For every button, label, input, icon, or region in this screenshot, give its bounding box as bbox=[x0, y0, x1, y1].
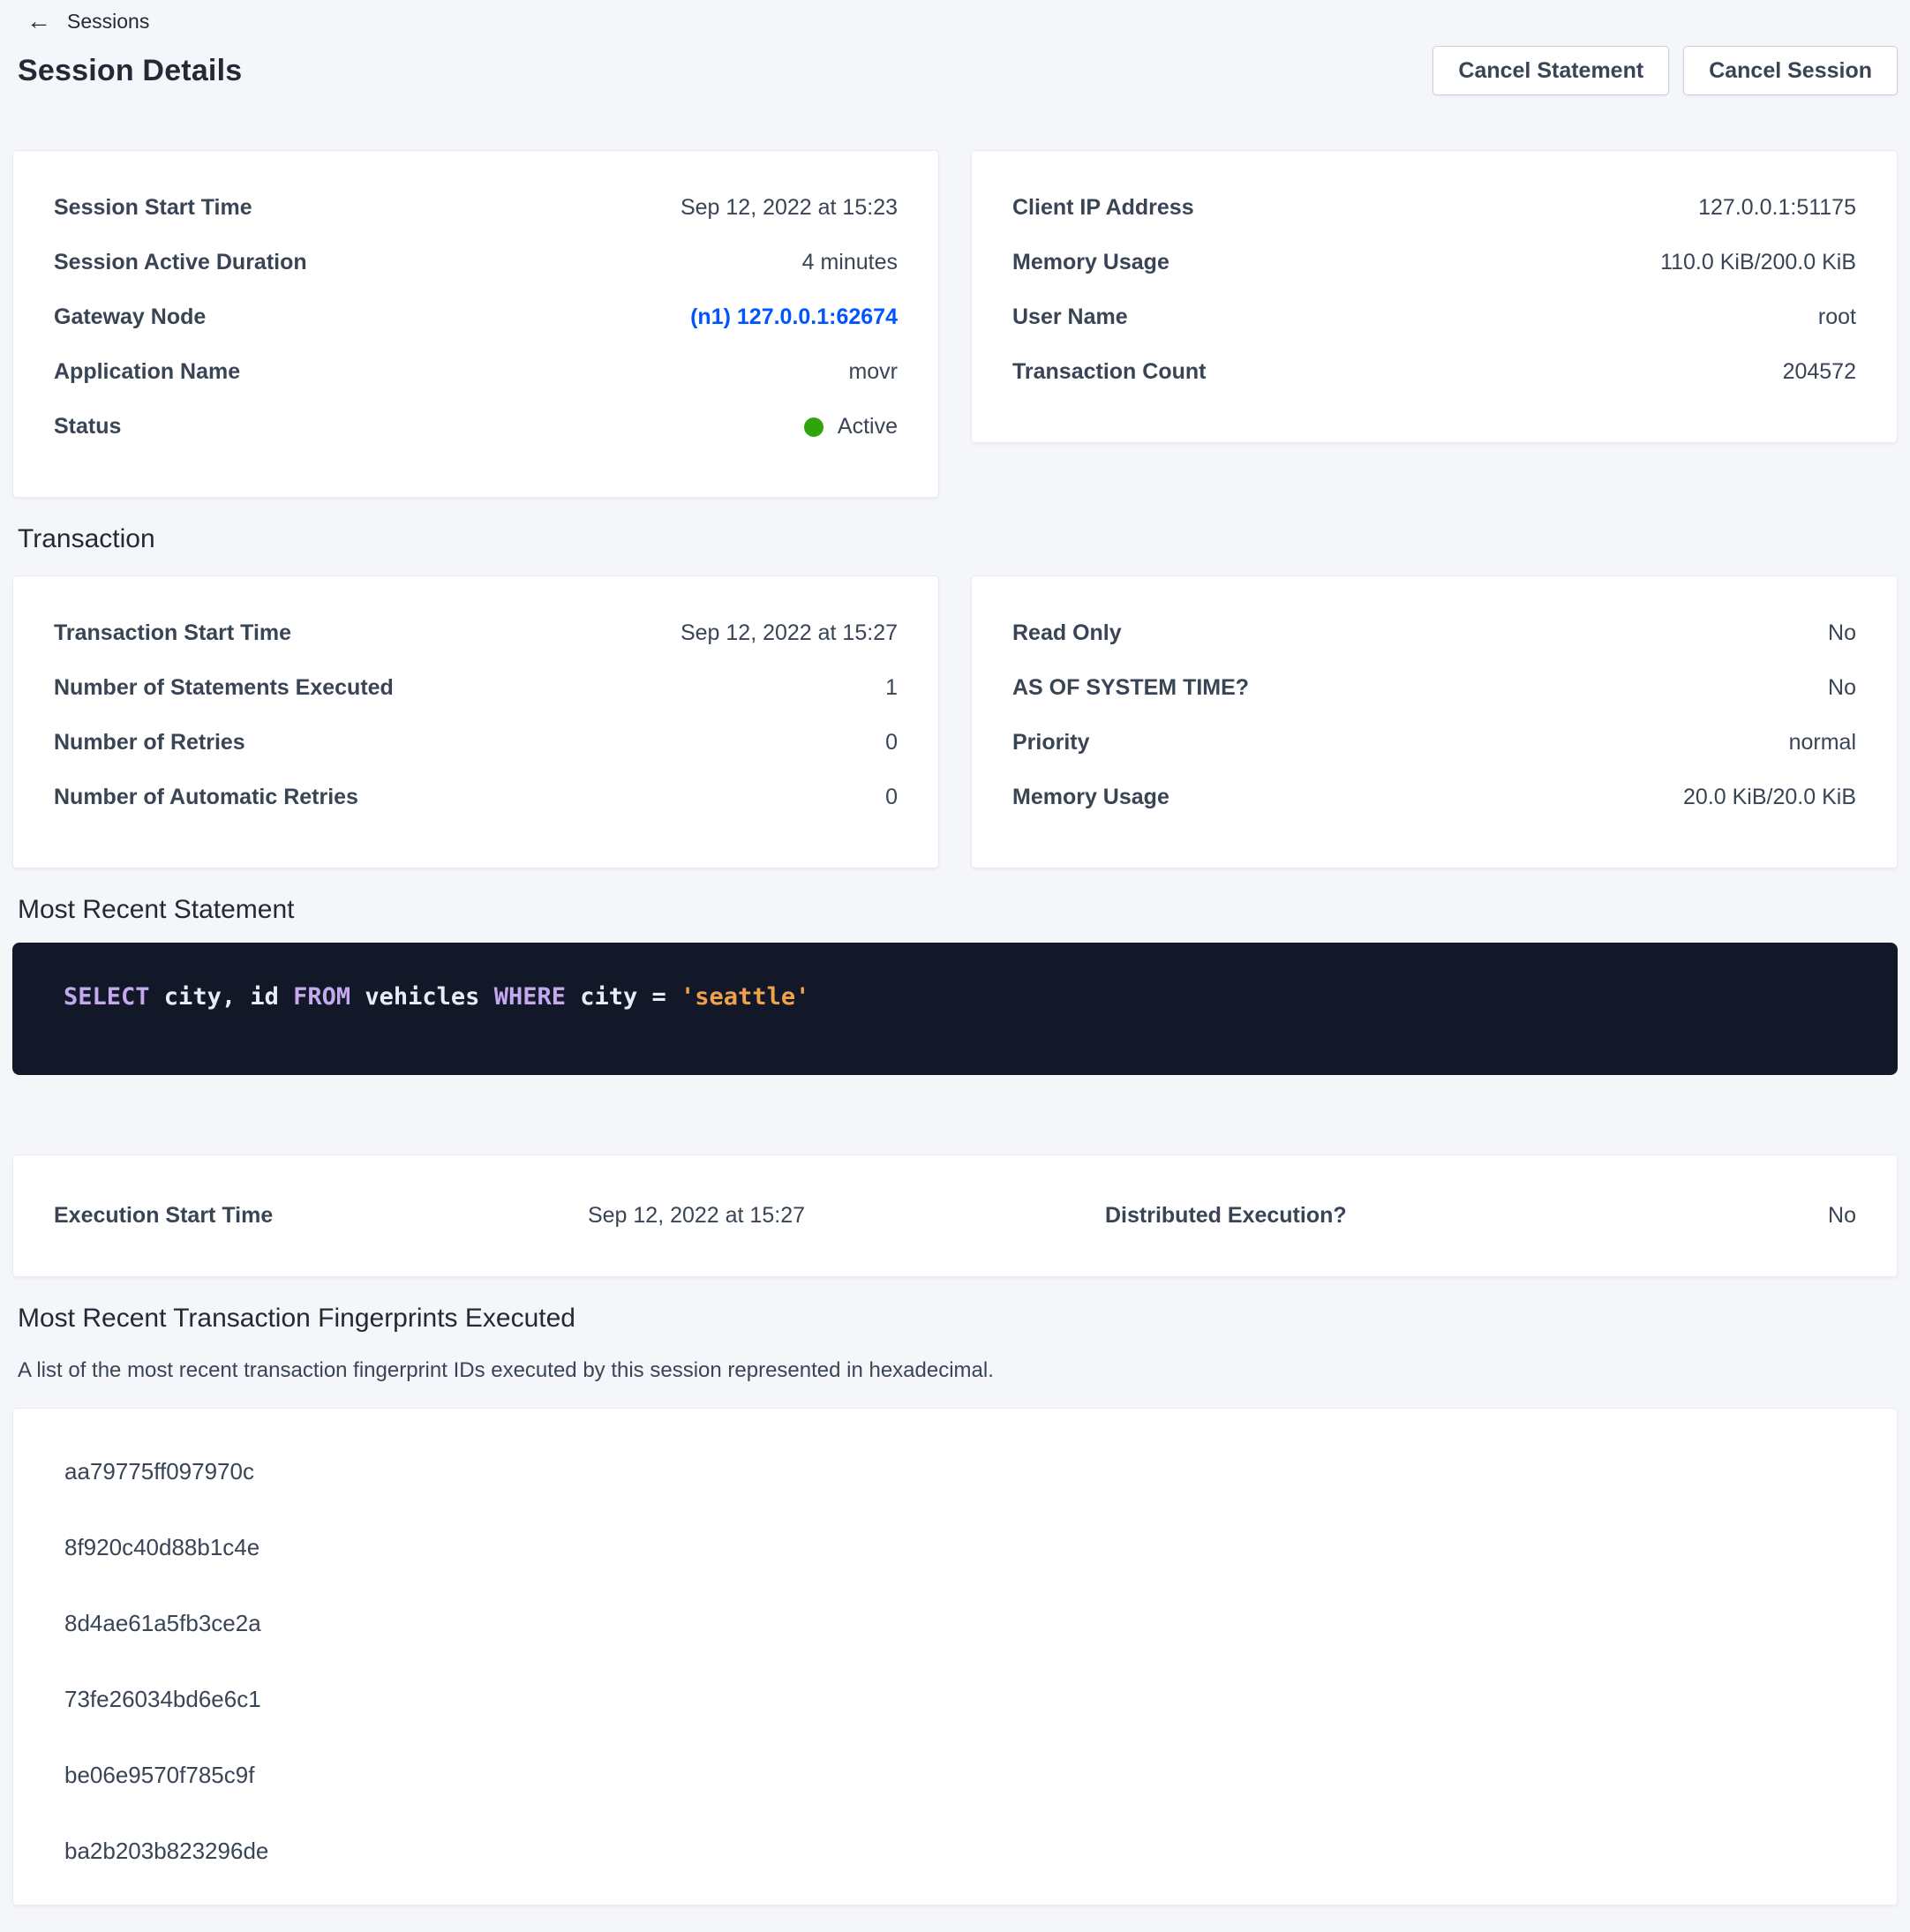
row-value: normal bbox=[1789, 728, 1856, 757]
row-label: AS OF SYSTEM TIME? bbox=[1012, 673, 1275, 703]
page-title: Session Details bbox=[18, 54, 242, 88]
row-value: No bbox=[1828, 619, 1856, 648]
most-recent-statement-heading: Most Recent Statement bbox=[18, 895, 1898, 925]
row-label: User Name bbox=[1012, 303, 1154, 332]
row-value: 0 bbox=[885, 783, 898, 812]
cancel-session-button[interactable]: Cancel Session bbox=[1683, 46, 1898, 95]
fingerprint-list-item: be06e9570f785c9f bbox=[64, 1737, 1846, 1813]
fingerprint-list-item: ba2b203b823296de bbox=[64, 1813, 1846, 1889]
breadcrumb-back-link[interactable]: ← Sessions bbox=[26, 9, 149, 34]
row-label: Application Name bbox=[54, 357, 267, 387]
row-value: root bbox=[1818, 303, 1856, 332]
row-value: 1 bbox=[885, 673, 898, 703]
page-header: Session Details Cancel Statement Cancel … bbox=[18, 46, 1898, 95]
summary-row: Status Active bbox=[54, 412, 898, 467]
row-label: Session Active Duration bbox=[54, 248, 334, 277]
row-label: Execution Start Time bbox=[54, 1201, 273, 1230]
summary-row: Number of Automatic Retries 0 bbox=[54, 783, 898, 838]
status-active-dot-icon bbox=[804, 417, 823, 437]
session-meta-card: Client IP Address 127.0.0.1:51175 Memory… bbox=[971, 150, 1898, 443]
fingerprint-list-item: 8f920c40d88b1c4e bbox=[64, 1509, 1846, 1585]
transaction-section-heading: Transaction bbox=[18, 524, 1898, 554]
row-label: Distributed Execution? bbox=[1105, 1201, 1347, 1230]
row-label: Number of Retries bbox=[54, 728, 272, 757]
fingerprints-description: A list of the most recent transaction fi… bbox=[18, 1357, 1898, 1385]
row-label: Session Start Time bbox=[54, 193, 279, 222]
summary-row: Session Start Time Sep 12, 2022 at 15:23 bbox=[54, 193, 898, 248]
row-value: No bbox=[1828, 673, 1856, 703]
summary-row: AS OF SYSTEM TIME? No bbox=[1012, 673, 1856, 728]
back-arrow-icon: ← bbox=[26, 9, 51, 34]
row-value: Sep 12, 2022 at 15:27 bbox=[681, 619, 898, 648]
sql-statement-box: SELECT city, id FROM vehicles WHERE city… bbox=[12, 943, 1898, 1075]
row-label: Memory Usage bbox=[1012, 783, 1196, 812]
summary-row: User Name root bbox=[1012, 303, 1856, 357]
row-value: Sep 12, 2022 at 15:27 bbox=[588, 1201, 805, 1230]
summary-row: Gateway Node (n1) 127.0.0.1:62674 bbox=[54, 303, 898, 357]
gateway-node-link[interactable]: (n1) 127.0.0.1:62674 bbox=[690, 303, 898, 332]
row-label: Number of Automatic Retries bbox=[54, 783, 385, 812]
sql-keyword: WHERE bbox=[494, 983, 566, 1011]
sql-statement-code: SELECT city, id FROM vehicles WHERE city… bbox=[64, 983, 809, 1011]
session-details-page: ← Sessions Session Details Cancel Statem… bbox=[0, 0, 1910, 1932]
row-label: Priority bbox=[1012, 728, 1117, 757]
transaction-summary-row: Transaction Start Time Sep 12, 2022 at 1… bbox=[12, 575, 1898, 868]
cancel-statement-button[interactable]: Cancel Statement bbox=[1432, 46, 1669, 95]
summary-row: Read Only No bbox=[1012, 619, 1856, 673]
distributed-execution-pair: Distributed Execution? No bbox=[1105, 1201, 1856, 1230]
summary-row: Priority normal bbox=[1012, 728, 1856, 783]
row-value: No bbox=[1828, 1201, 1856, 1230]
session-summary-row: Session Start Time Sep 12, 2022 at 15:23… bbox=[12, 150, 1898, 498]
sql-keyword: SELECT bbox=[64, 983, 150, 1011]
summary-row: Application Name movr bbox=[54, 357, 898, 412]
fingerprint-list-item: aa79775ff097970c bbox=[64, 1433, 1846, 1509]
fingerprint-list-item: 73fe26034bd6e6c1 bbox=[64, 1661, 1846, 1737]
summary-row: Number of Statements Executed 1 bbox=[54, 673, 898, 728]
sql-text: city = bbox=[566, 983, 681, 1011]
transaction-info-card: Transaction Start Time Sep 12, 2022 at 1… bbox=[12, 575, 939, 868]
fingerprints-heading: Most Recent Transaction Fingerprints Exe… bbox=[18, 1304, 1898, 1334]
header-actions: Cancel Statement Cancel Session bbox=[1432, 46, 1898, 95]
row-value: 0 bbox=[885, 728, 898, 757]
sql-text: vehicles bbox=[350, 983, 494, 1011]
summary-row: Client IP Address 127.0.0.1:51175 bbox=[1012, 193, 1856, 248]
sql-string-literal: 'seattle' bbox=[681, 983, 809, 1011]
row-label: Client IP Address bbox=[1012, 193, 1221, 222]
row-label: Memory Usage bbox=[1012, 248, 1196, 277]
row-label: Read Only bbox=[1012, 619, 1148, 648]
sql-text: city, id bbox=[150, 983, 294, 1011]
row-label: Gateway Node bbox=[54, 303, 232, 332]
row-label: Transaction Count bbox=[1012, 357, 1232, 387]
status-value: Active bbox=[804, 412, 898, 441]
transaction-meta-card: Read Only No AS OF SYSTEM TIME? No Prior… bbox=[971, 575, 1898, 868]
row-value: 4 minutes bbox=[802, 248, 898, 277]
summary-row: Transaction Count 204572 bbox=[1012, 357, 1856, 412]
row-value: 204572 bbox=[1783, 357, 1856, 387]
summary-row: Transaction Start Time Sep 12, 2022 at 1… bbox=[54, 619, 898, 673]
fingerprint-list-item: 8d4ae61a5fb3ce2a bbox=[64, 1585, 1846, 1661]
row-value: 127.0.0.1:51175 bbox=[1698, 193, 1856, 222]
row-label: Transaction Start Time bbox=[54, 619, 318, 648]
row-value: 20.0 KiB/20.0 KiB bbox=[1683, 783, 1856, 812]
fingerprints-card: aa79775ff097970c 8f920c40d88b1c4e 8d4ae6… bbox=[12, 1408, 1898, 1906]
breadcrumb-label: Sessions bbox=[67, 10, 149, 34]
row-label: Number of Statements Executed bbox=[54, 673, 420, 703]
status-badge: Active bbox=[838, 412, 898, 441]
row-label: Status bbox=[54, 412, 147, 441]
row-value: movr bbox=[848, 357, 898, 387]
row-value: Sep 12, 2022 at 15:23 bbox=[681, 193, 898, 222]
execution-start-pair: Execution Start Time Sep 12, 2022 at 15:… bbox=[54, 1201, 805, 1230]
summary-row: Session Active Duration 4 minutes bbox=[54, 248, 898, 303]
summary-row: Memory Usage 20.0 KiB/20.0 KiB bbox=[1012, 783, 1856, 838]
row-value: 110.0 KiB/200.0 KiB bbox=[1660, 248, 1856, 277]
summary-row: Number of Retries 0 bbox=[54, 728, 898, 783]
execution-summary-card: Execution Start Time Sep 12, 2022 at 15:… bbox=[12, 1154, 1898, 1277]
summary-row: Memory Usage 110.0 KiB/200.0 KiB bbox=[1012, 248, 1856, 303]
session-info-card: Session Start Time Sep 12, 2022 at 15:23… bbox=[12, 150, 939, 498]
sql-keyword: FROM bbox=[293, 983, 350, 1011]
